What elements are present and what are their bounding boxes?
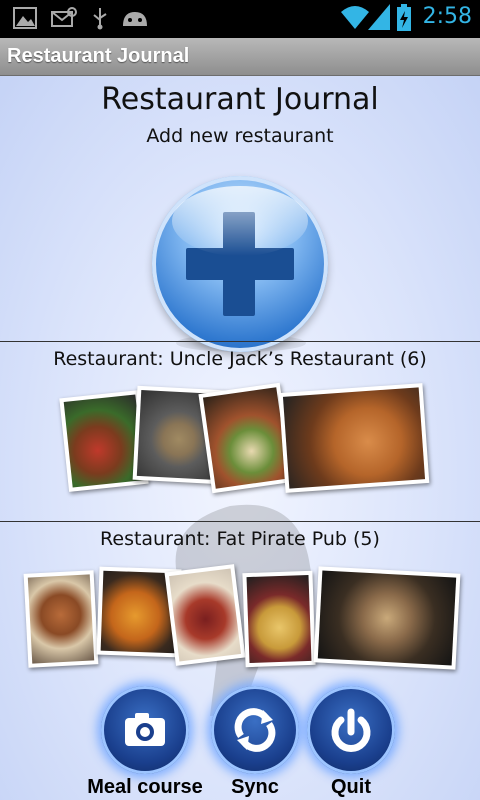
wifi-icon [341, 6, 369, 29]
status-time: 2:58 [422, 4, 472, 29]
signal-icon [368, 4, 390, 30]
main-content: Restaurant Journal Add new restaurant Re… [0, 76, 480, 800]
meal-course-button[interactable] [101, 686, 189, 774]
meal-photo[interactable] [242, 570, 316, 668]
title-bar-title: Restaurant Journal [7, 45, 190, 67]
meal-photo[interactable] [313, 566, 461, 670]
usb-icon [93, 8, 107, 30]
add-restaurant-button[interactable] [152, 176, 328, 352]
page-title: Restaurant Journal [101, 82, 379, 117]
divider [0, 521, 480, 522]
quit-button[interactable] [307, 686, 395, 774]
sync-icon [234, 708, 276, 752]
quit-label: Quit [331, 776, 371, 798]
camera-icon [125, 713, 165, 746]
android-icon [123, 12, 147, 26]
add-restaurant-label: Add new restaurant [146, 125, 334, 147]
battery-charging-icon [397, 4, 411, 31]
power-icon [331, 708, 371, 752]
divider [0, 341, 480, 342]
status-bar: 2:58 [0, 0, 480, 38]
meal-photo[interactable] [278, 383, 430, 493]
meal-photo[interactable] [164, 564, 246, 666]
gallery-icon [13, 7, 37, 29]
meal-course-label: Meal course [87, 776, 203, 798]
sync-label: Sync [231, 776, 279, 798]
missed-call-icon [51, 7, 77, 27]
restaurant-title-uncle-jacks[interactable]: Restaurant: Uncle Jack’s Restaurant (6) [0, 348, 480, 370]
title-bar: Restaurant Journal [0, 38, 480, 76]
meal-photo[interactable] [23, 570, 99, 668]
sync-button[interactable] [211, 686, 299, 774]
restaurant-title-fat-pirate-pub[interactable]: Restaurant: Fat Pirate Pub (5) [0, 528, 480, 550]
